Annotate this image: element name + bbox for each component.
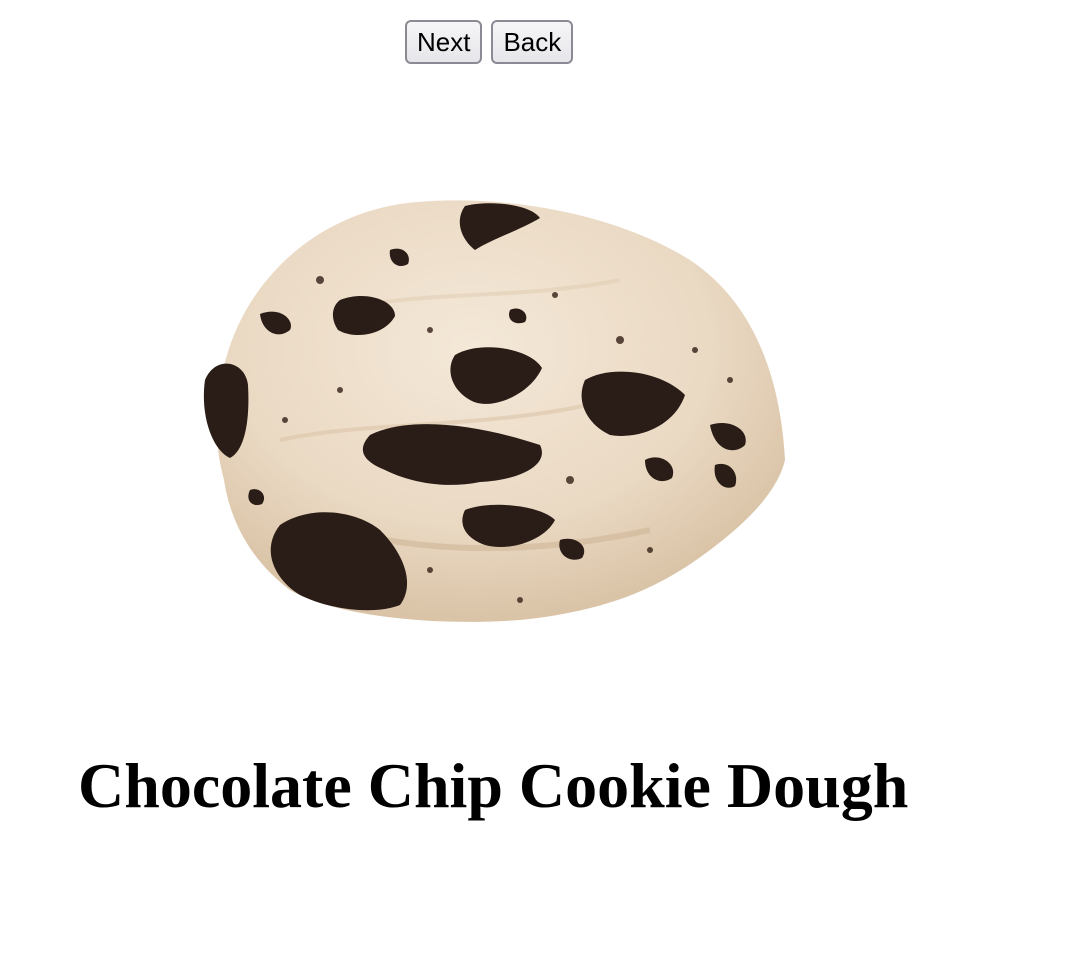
next-button[interactable]: Next	[405, 20, 483, 64]
ice-cream-scoop-icon	[203, 200, 785, 622]
nav-buttons: Next Back	[405, 20, 574, 64]
back-button[interactable]: Back	[491, 20, 574, 64]
page-title: Chocolate Chip Cookie Dough	[78, 750, 909, 821]
ice-cream-image	[190, 190, 800, 630]
